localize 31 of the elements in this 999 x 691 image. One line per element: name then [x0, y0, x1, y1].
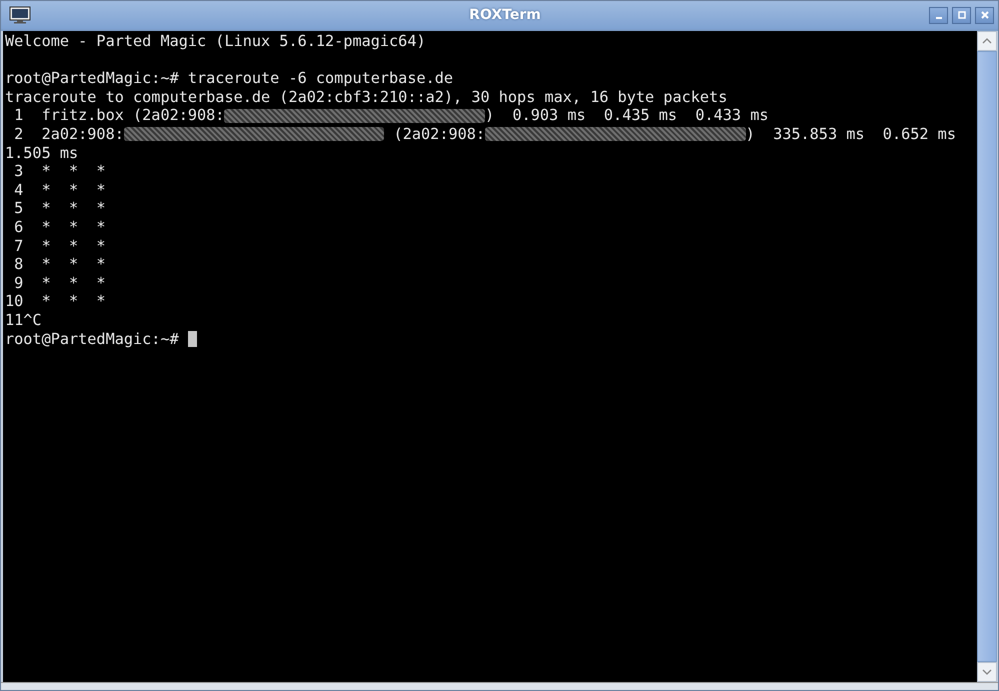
terminal-text: 5 * * * — [13, 199, 106, 218]
terminal-text: Welcome - Parted Magic (Linux 5.6.12-pmagic64) — [5, 32, 426, 51]
terminal-text: 2 2a02:908: — [13, 124, 124, 144]
terminal-text: 1 fritz.box (2a02:908: — [13, 106, 224, 125]
terminal-text: 7 * * * — [13, 236, 106, 256]
window-title: ROXTerm — [468, 7, 542, 23]
terminal-text: 3 * * * — [13, 162, 106, 181]
terminal-text: (2a02:908: — [392, 124, 486, 144]
terminal-text: 4 * * * — [13, 180, 106, 200]
scrollbar[interactable] — [977, 31, 997, 682]
terminal-text: root@PartedMagic:~# — [5, 330, 180, 348]
terminal-text: 1.505 ms — [5, 144, 78, 162]
terminal-text: traceroute to computerbase.de (2a02:cbf3:210::a2), 30 hops max, 16 byte packets — [5, 88, 728, 106]
terminal-text: 8 * * * — [13, 255, 106, 274]
terminal-text: 6 * * * — [13, 218, 106, 237]
scroll-down-icon[interactable] — [977, 662, 997, 682]
terminal-text: 9 * * * — [13, 274, 106, 292]
terminal-text: ) 0.903 ms 0.435 ms 0.433 ms — [485, 106, 768, 125]
terminal-text: root@PartedMagic:~# traceroute -6 computerbase.de — [5, 69, 454, 88]
terminal-text: 10 * * * — [5, 292, 106, 311]
maximize-icon — [956, 10, 966, 20]
maximize-button[interactable] — [952, 6, 971, 24]
terminal-text: 11^C — [5, 310, 42, 330]
minimize-button[interactable] — [929, 6, 948, 24]
close-icon — [980, 10, 990, 20]
minimize-icon — [936, 17, 942, 19]
scroll-up-icon[interactable] — [977, 31, 997, 51]
monitor-icon — [9, 6, 31, 24]
close-button[interactable] — [975, 6, 994, 24]
terminal-text: ) 335.853 ms 0.652 ms — [746, 124, 956, 144]
text-cursor — [188, 330, 197, 347]
